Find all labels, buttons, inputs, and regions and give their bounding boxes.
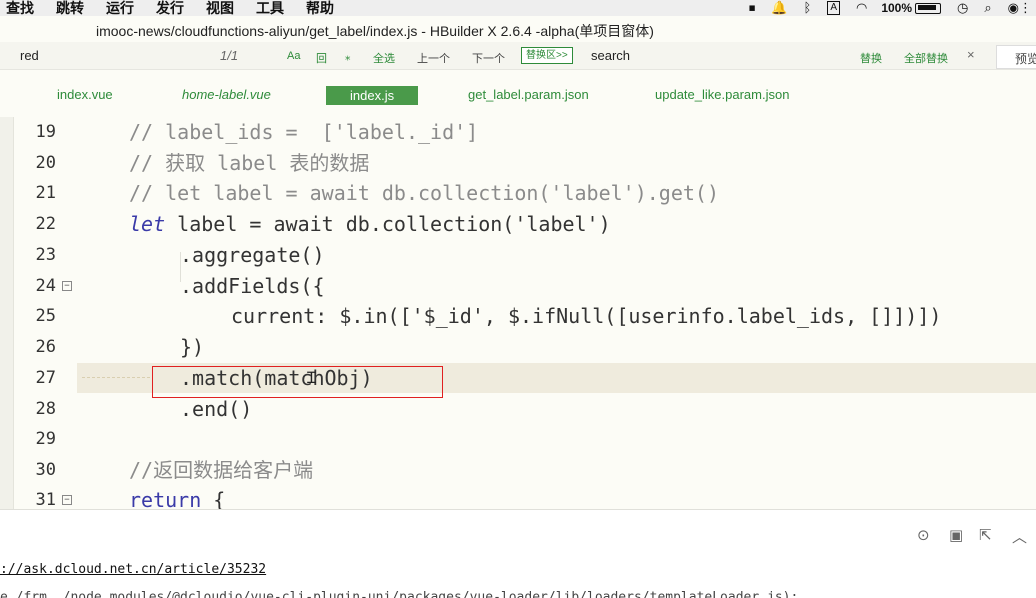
code-line-23: 23 .aggregate() xyxy=(0,240,1036,270)
input-method-icon[interactable]: A xyxy=(827,1,840,15)
tab-home-label-vue[interactable]: home-label.vue xyxy=(182,87,271,102)
line-number: 23 xyxy=(35,245,56,265)
chevron-up-icon[interactable]: ︿ xyxy=(1012,526,1027,547)
annotation-highlight-box xyxy=(152,366,443,398)
code-text: .end() xyxy=(180,397,253,421)
line-number: 22 xyxy=(35,214,56,234)
line-number: 31 xyxy=(35,490,56,509)
system-tray: ⏹ 🔔 ᛒ A ◠ 100% ◷ ⌕ ◉⋮ xyxy=(733,0,1036,16)
replace-input[interactable]: search xyxy=(591,48,630,63)
code-text: .addFields({ xyxy=(180,274,325,298)
line-number: 27 xyxy=(35,368,56,388)
window-title: imooc-news/cloudfunctions-aliyun/get_lab… xyxy=(96,23,654,39)
tab-get-label-param-json[interactable]: get_label.param.json xyxy=(468,87,589,102)
code-line-31: 31 − return { xyxy=(0,485,1036,509)
code-line-25: 25 current: $.in(['$_id', $.ifNull([user… xyxy=(0,301,1036,331)
menu-run[interactable]: 运行 xyxy=(106,0,134,16)
stop-icon[interactable]: ▣ xyxy=(949,526,963,544)
code-line-30: 30 //返回数据给客户端 xyxy=(0,455,1036,485)
line-number: 29 xyxy=(35,429,56,449)
code-text: // label_ids = ['label._id'] xyxy=(129,120,479,144)
line-number: 25 xyxy=(35,306,56,326)
battery-percentage: 100% xyxy=(881,1,913,15)
notification-icon[interactable]: 🔔 xyxy=(771,0,787,16)
line-number: 19 xyxy=(35,122,56,142)
prev-match-button[interactable]: 上一个 xyxy=(417,50,450,66)
line-number: 24 xyxy=(35,276,56,296)
code-line-26: 26 }) xyxy=(0,332,1036,362)
keyword-return: return xyxy=(129,488,202,509)
line-number: 21 xyxy=(35,183,56,203)
menu-find[interactable]: 查找 xyxy=(6,0,34,16)
menu-view[interactable]: 视图 xyxy=(206,0,234,16)
tab-index-js[interactable]: index.js xyxy=(326,86,419,105)
code-text: //返回数据给客户端 xyxy=(129,458,314,482)
replace-all-button[interactable]: 全部替换 xyxy=(904,50,948,66)
replace-area-toggle[interactable]: 替换区>> xyxy=(521,47,573,64)
console-output-line: e /frm ./node_modules/@dcloudio/vue-cli-… xyxy=(0,590,799,598)
wifi-icon[interactable]: ◠ xyxy=(856,0,867,16)
battery-icon[interactable] xyxy=(915,2,942,14)
preview-button[interactable]: 预览 xyxy=(996,45,1036,69)
code-line-28: 28 .end() xyxy=(0,394,1036,424)
menu-goto[interactable]: 跳转 xyxy=(56,0,84,16)
keyword-let: let xyxy=(129,212,166,236)
line-number: 20 xyxy=(35,153,56,173)
match-count: 1/1 xyxy=(220,48,239,63)
code-line-20: 20 // 获取 label 表的数据 xyxy=(0,148,1036,178)
find-input[interactable]: red xyxy=(20,48,39,63)
code-text: }) xyxy=(180,335,205,359)
code-text: // let label = await db.collection('labe… xyxy=(129,181,720,205)
code-line-21: 21 // let label = await db.collection('l… xyxy=(0,178,1036,208)
code-editor[interactable]: 19 // label_ids = ['label._id'] 20 // 获取… xyxy=(0,117,1036,509)
match-case-toggle[interactable]: Aa xyxy=(287,50,300,62)
code-line-29: 29 xyxy=(0,424,1036,454)
line-number: 30 xyxy=(35,460,56,480)
next-match-button[interactable]: 下一个 xyxy=(472,50,505,66)
code-text: // 获取 label 表的数据 xyxy=(129,151,370,175)
spotlight-search-icon[interactable]: ⌕ xyxy=(984,0,991,16)
menu-tools[interactable]: 工具 xyxy=(256,0,284,16)
line-number: 26 xyxy=(35,337,56,357)
code-text: return { xyxy=(129,485,225,509)
code-line-24: 24 − .addFields({ xyxy=(0,271,1036,301)
text-cursor-icon: Ɪ xyxy=(307,368,316,387)
code-rest: label = await db.collection('label') xyxy=(165,212,611,236)
fold-toggle-icon[interactable]: − xyxy=(62,495,72,505)
console-panel: ⊙ ▣ ⇱ ︿ ://ask.dcloud.net.cn/article/352… xyxy=(0,509,1036,598)
select-all-button[interactable]: 全选 xyxy=(373,50,395,66)
tab-update-like-param-json[interactable]: update_like.param.json xyxy=(655,87,789,102)
open-external-icon[interactable]: ⇱ xyxy=(979,526,992,544)
replace-button[interactable]: 替换 xyxy=(860,50,882,66)
code-text: .aggregate() xyxy=(180,243,325,267)
console-link[interactable]: ://ask.dcloud.net.cn/article/35232 xyxy=(0,562,266,577)
close-icon[interactable]: × xyxy=(967,47,975,62)
menu-help[interactable]: 帮助 xyxy=(306,0,334,16)
line-number: 28 xyxy=(35,399,56,419)
bluetooth-icon[interactable]: ᛒ xyxy=(804,0,812,16)
code-text: current: $.in(['$_id', $.ifNull([userinf… xyxy=(231,304,942,328)
regex-toggle[interactable]: ⁎ xyxy=(345,50,351,63)
code-line-22: 22 let label = await db.collection('labe… xyxy=(0,209,1036,239)
code-rest: { xyxy=(201,488,226,509)
timemachine-icon[interactable]: ◷ xyxy=(957,0,968,16)
menu-bar: 查找 跳转 运行 发行 视图 工具 帮助 ⏹ 🔔 ᛒ A ◠ 100% ◷ ⌕ … xyxy=(0,0,1036,16)
fold-toggle-icon[interactable]: − xyxy=(62,281,72,291)
tab-index-vue[interactable]: index.vue xyxy=(57,87,113,102)
code-line-19: 19 // label_ids = ['label._id'] xyxy=(0,117,1036,147)
siri-icon[interactable]: ◉⋮ xyxy=(1008,0,1032,16)
code-text: let label = await db.collection('label') xyxy=(129,209,611,239)
menu-publish[interactable]: 发行 xyxy=(156,0,184,16)
record-stop-icon[interactable]: ⏹ xyxy=(749,0,756,16)
find-replace-bar: red 1/1 Aa 回 ⁎ 全选 上一个 下一个 替换区>> search 替… xyxy=(0,42,1036,70)
whole-word-toggle[interactable]: 回 xyxy=(316,50,327,66)
run-icon[interactable]: ⊙ xyxy=(917,526,930,544)
editor-tab-bar: index.vue home-label.vue index.js get_la… xyxy=(0,80,1036,110)
